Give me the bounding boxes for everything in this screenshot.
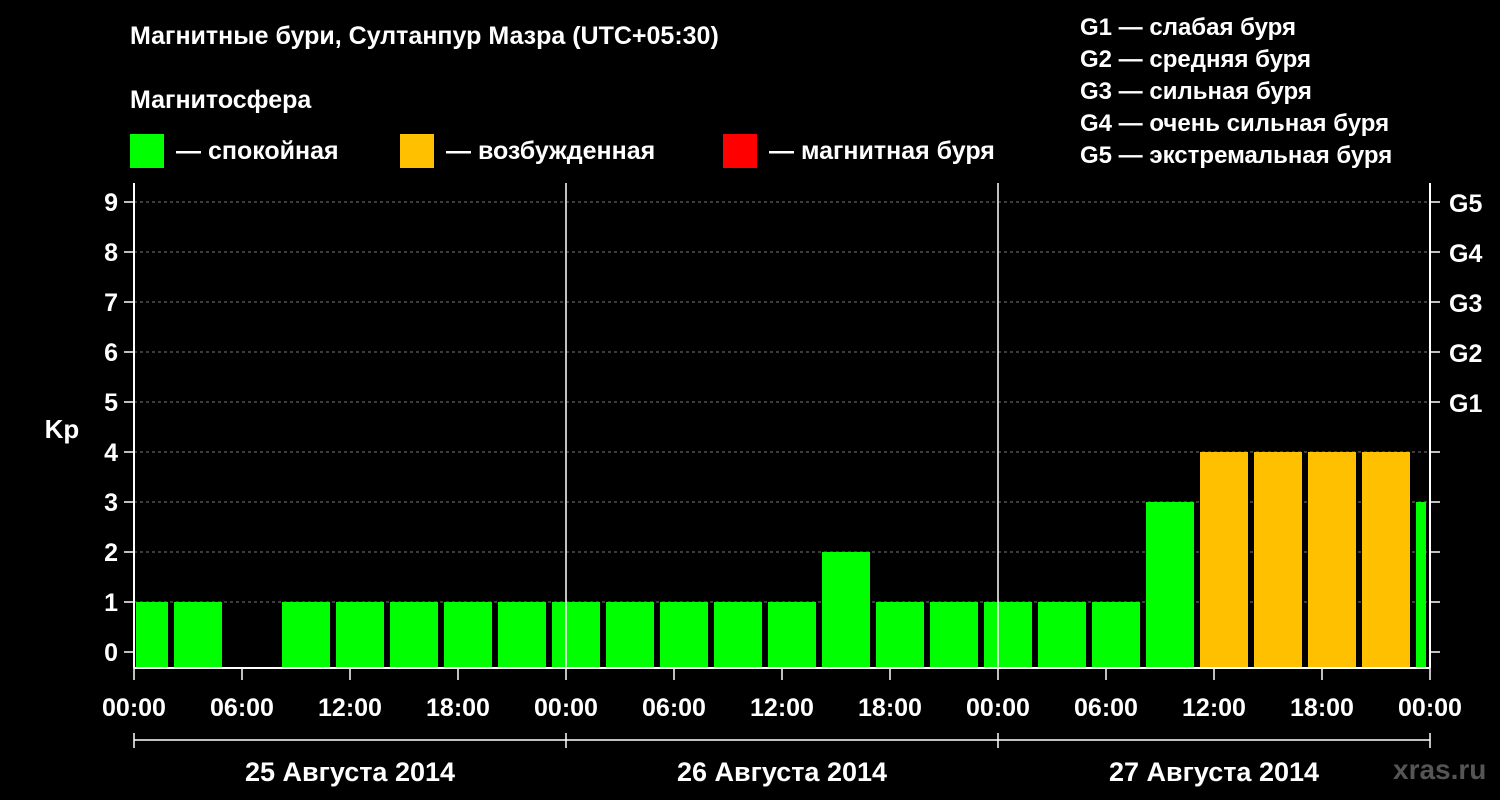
- x-tick-label-8: 00:00: [966, 694, 1030, 722]
- bar-13: [822, 552, 870, 668]
- g-label-g3: G3: [1449, 290, 1482, 318]
- bar-15: [930, 602, 978, 668]
- bar-11: [714, 602, 762, 668]
- x-tick-label-3: 18:00: [426, 694, 490, 722]
- x-tick-label-2: 12:00: [318, 694, 382, 722]
- g-label-g4: G4: [1449, 240, 1482, 268]
- y-tick-label-5: 5: [104, 389, 118, 417]
- y-tick-label-3: 3: [104, 489, 118, 517]
- bar-9: [606, 602, 654, 668]
- x-tick-label-6: 12:00: [750, 694, 814, 722]
- y-tick-label-4: 4: [104, 439, 118, 467]
- bar-20: [1200, 452, 1248, 668]
- day-label-0: 25 Августа 2014: [245, 757, 455, 787]
- bar-19: [1146, 502, 1194, 668]
- x-tick-label-7: 18:00: [858, 694, 922, 722]
- x-tick-label-0: 00:00: [102, 694, 166, 722]
- y-tick-label-7: 7: [104, 289, 118, 317]
- bar-21: [1254, 452, 1302, 668]
- bar-18: [1092, 602, 1140, 668]
- bar-16: [984, 602, 1032, 668]
- y-axis-label: Kp: [45, 414, 80, 444]
- y-tick-label-6: 6: [104, 339, 118, 367]
- g-label-g5: G5: [1449, 190, 1482, 218]
- y-tick-label-2: 2: [104, 539, 118, 567]
- watermark: xras.ru: [1393, 754, 1487, 785]
- y-tick-label-0: 0: [104, 639, 118, 667]
- bar-3: [282, 602, 330, 668]
- bar-22: [1308, 452, 1356, 668]
- x-tick-label-10: 12:00: [1182, 694, 1246, 722]
- bar-8: [552, 602, 600, 668]
- bar-23: [1362, 452, 1410, 668]
- bar-6: [444, 602, 492, 668]
- bar-1: [174, 602, 222, 668]
- bar-17: [1038, 602, 1086, 668]
- bar-0: [136, 602, 168, 668]
- y-tick-label-9: 9: [104, 189, 118, 217]
- day-label-2: 27 Августа 2014: [1109, 757, 1319, 787]
- bar-12: [768, 602, 816, 668]
- x-tick-label-11: 18:00: [1290, 694, 1354, 722]
- g-label-g2: G2: [1449, 340, 1482, 368]
- bar-14: [876, 602, 924, 668]
- y-tick-label-1: 1: [104, 589, 118, 617]
- x-tick-label-4: 00:00: [534, 694, 598, 722]
- bar-10: [660, 602, 708, 668]
- x-tick-label-12: 00:00: [1398, 694, 1462, 722]
- bar-4: [336, 602, 384, 668]
- bar-24: [1416, 502, 1426, 668]
- bar-7: [498, 602, 546, 668]
- x-tick-label-1: 06:00: [210, 694, 274, 722]
- x-tick-label-5: 06:00: [642, 694, 706, 722]
- kp-chart: 0 1 2 3 4 5 6 7 8 9 G1 G2 G3 G4 G5 Kp 00:00 06:00 12:00 18:…: [45, 183, 1482, 787]
- bar-5: [390, 602, 438, 668]
- day-label-1: 26 Августа 2014: [677, 757, 887, 787]
- y-tick-label-8: 8: [104, 239, 118, 267]
- x-tick-label-9: 06:00: [1074, 694, 1138, 722]
- g-label-g1: G1: [1449, 390, 1482, 418]
